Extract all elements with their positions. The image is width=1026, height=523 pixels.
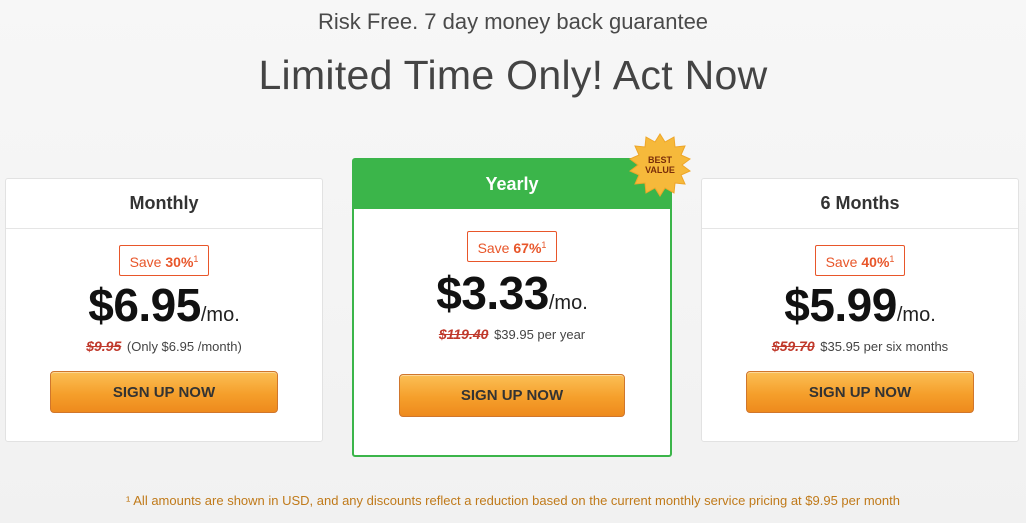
pricing-page: Risk Free. 7 day money back guarantee Li…: [0, 0, 1026, 523]
save-badge: Save 30%1: [118, 245, 210, 276]
guarantee-text: Risk Free. 7 day money back guarantee: [317, 9, 709, 34]
save-percent: 67%: [513, 240, 542, 256]
price-unit: /mo.: [896, 304, 936, 326]
sign-up-button-yearly[interactable]: SIGN UP NOW: [399, 374, 625, 417]
save-badge: Save 67%1: [466, 231, 558, 262]
price: $6.95/mo.: [6, 282, 322, 328]
price-unit: /mo.: [200, 304, 240, 326]
plan-card-six-months: 6 Months Save 40%1 $5.99/mo. $59.70 $35.…: [701, 178, 1019, 442]
price: $5.99/mo.: [702, 282, 1018, 328]
save-prefix: Save: [477, 240, 510, 256]
plan-title: Yearly: [354, 160, 670, 209]
best-value-text: BEST VALUE: [627, 155, 693, 175]
price-amount: $5.99: [784, 279, 897, 331]
badge-line-1: BEST: [647, 155, 672, 165]
plan-title: Monthly: [6, 179, 322, 229]
old-price: $59.70: [771, 338, 815, 354]
price-amount: $3.33: [436, 267, 549, 319]
best-value-badge: BEST VALUE: [627, 132, 693, 198]
save-percent: 30%: [165, 254, 194, 270]
price-note: $9.95 (Only $6.95 /month): [6, 338, 322, 354]
old-price: $119.40: [438, 326, 489, 342]
save-prefix: Save: [825, 254, 858, 270]
plan-card-monthly: Monthly Save 30%1 $6.95/mo. $9.95 (Only …: [5, 178, 323, 442]
save-percent: 40%: [861, 254, 890, 270]
page-headline: Limited Time Only! Act Now: [258, 52, 768, 98]
old-price: $9.95: [86, 338, 122, 354]
save-badge: Save 40%1: [814, 245, 906, 276]
pricing-footnote: ¹ All amounts are shown in USD, and any …: [126, 493, 900, 508]
billing-note: $35.95 per six months: [820, 339, 949, 354]
price-note: $119.40 $39.95 per year: [354, 326, 670, 342]
price-amount: $6.95: [88, 279, 201, 331]
billing-note: (Only $6.95 /month): [126, 339, 242, 354]
price: $3.33/mo.: [354, 270, 670, 316]
sign-up-button-six-months[interactable]: SIGN UP NOW: [746, 371, 974, 413]
price-unit: /mo.: [548, 292, 588, 314]
save-prefix: Save: [129, 254, 162, 270]
footnote-marker: 1: [541, 240, 547, 250]
billing-note: $39.95 per year: [494, 327, 586, 342]
footnote-marker: 1: [193, 254, 199, 264]
plan-card-yearly: Yearly Save 67%1 $3.33/mo. $119.40 $39.9…: [352, 158, 672, 457]
price-note: $59.70 $35.95 per six months: [702, 338, 1018, 354]
badge-line-2: VALUE: [645, 165, 675, 175]
sign-up-button-monthly[interactable]: SIGN UP NOW: [50, 371, 278, 413]
footnote-marker: 1: [889, 254, 895, 264]
plan-title: 6 Months: [702, 179, 1018, 229]
